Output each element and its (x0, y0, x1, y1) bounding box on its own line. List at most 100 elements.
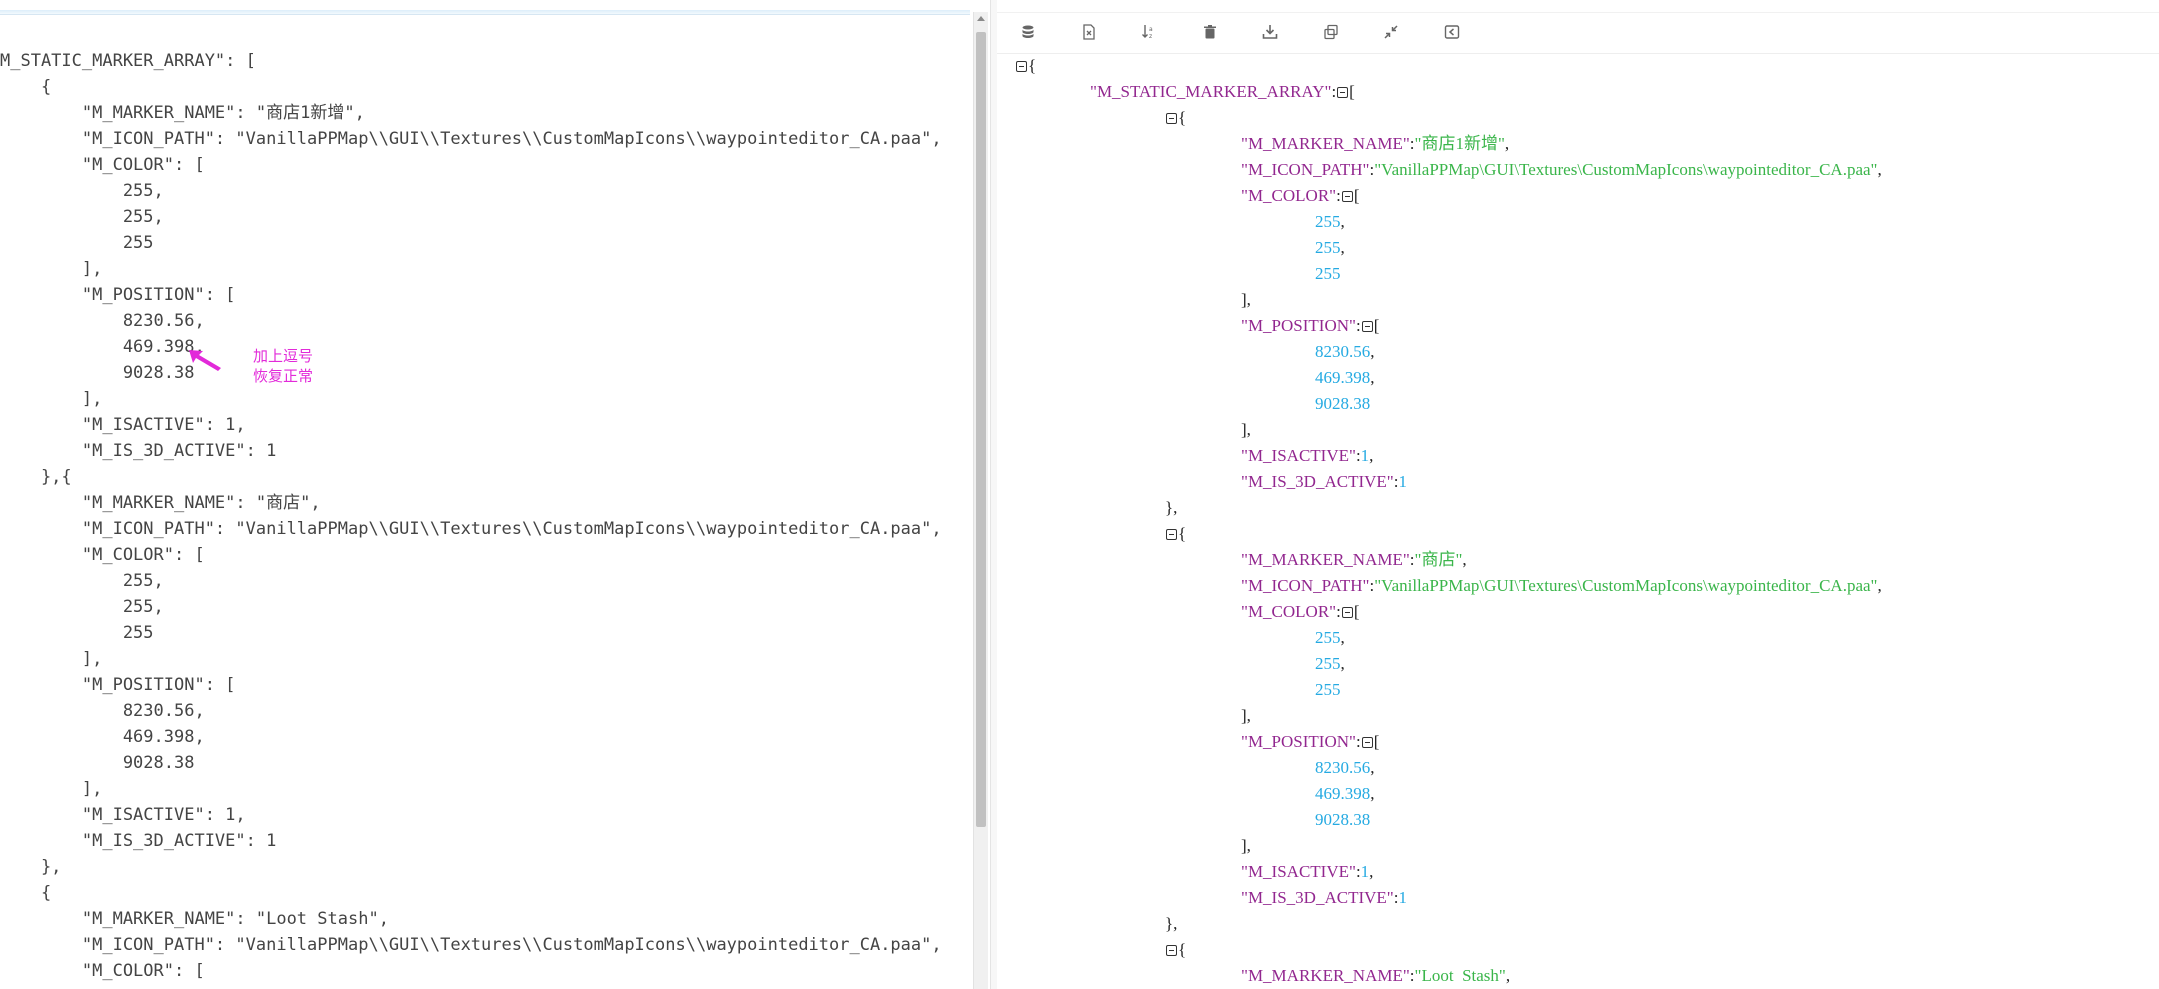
collapse-toggle-icon[interactable] (1016, 61, 1027, 72)
tree-row: ], (1241, 417, 1251, 443)
code-line: }, (0, 857, 62, 877)
code-line: "M_COLOR": [ (0, 545, 205, 565)
json-punct: : (1331, 82, 1337, 101)
collapse-toggle-icon[interactable] (1166, 529, 1177, 540)
tree-row: 255, (1315, 209, 1345, 235)
json-number: 469.398 (1315, 368, 1371, 387)
tree-row: 255 (1315, 261, 1341, 287)
json-punct: , (1370, 342, 1375, 361)
json-punct: { (1178, 940, 1187, 959)
tree-row: "M_COLOR": [ (1241, 183, 1360, 209)
json-key: "M_MARKER_NAME" (1241, 134, 1410, 153)
json-key: "M_POSITION" (1241, 316, 1356, 335)
json-punct: : (1355, 316, 1361, 335)
collapse-toggle-icon[interactable] (1361, 321, 1373, 332)
tree-row: }, (1165, 911, 1177, 937)
json-tree: { "M_STATIC_MARKER_ARRAY": [ { "M_MARKER_NAM… (997, 0, 2159, 989)
json-key: "M_ISACTIVE" (1241, 446, 1356, 465)
tree-row: "M_ISACTIVE":1, (1241, 443, 1373, 469)
collapse-toggle-icon[interactable] (1361, 737, 1373, 748)
tree-row: { (1165, 937, 1186, 963)
annotation-line-2: 恢复正常 (253, 367, 314, 385)
annotation-arrow-icon (189, 350, 221, 371)
json-key: "M_MARKER_NAME" (1241, 966, 1410, 985)
code-line: "M_ICON_PATH": "VanillaPPMap\\GUI\\Textu… (0, 129, 942, 149)
code-line: 255 (0, 623, 154, 643)
code-line: ], (0, 779, 103, 799)
tree-row: "M_MARKER_NAME":"商店1新增", (1241, 131, 1509, 157)
tree-row: ], (1241, 287, 1251, 313)
code-line: 8230.56, (0, 701, 205, 721)
json-punct: }, (1165, 914, 1178, 933)
code-line: "M_ICON_PATH": "VanillaPPMap\\GUI\\Textu… (0, 935, 942, 955)
tree-row: ], (1241, 833, 1251, 859)
code-line: 255, (0, 207, 164, 227)
code-line: "M_MARKER_NAME": "商店", (0, 493, 321, 513)
tree-row: 469.398, (1315, 365, 1375, 391)
tree-row: 8230.56, (1315, 755, 1375, 781)
tree-row: "M_MARKER_NAME":"商店", (1241, 547, 1467, 573)
json-number: 8230.56 (1315, 342, 1371, 361)
collapse-toggle-icon[interactable] (1341, 607, 1353, 618)
code-line: "M_COLOR": [ (0, 155, 205, 175)
json-punct: , (1505, 966, 1511, 985)
json-punct: , (1369, 862, 1374, 881)
json-number: 255 (1315, 212, 1341, 231)
json-number: 1 (1398, 472, 1407, 491)
code-line: },{ (0, 467, 72, 487)
json-punct: , (1340, 238, 1345, 257)
json-key: "M_STATIC_MARKER_ARRAY" (1090, 82, 1332, 101)
scrollbar-thumb[interactable] (976, 32, 986, 827)
tree-row: "M_MARKER_NAME":"Loot Stash", (1241, 963, 1510, 989)
code-line: 255, (0, 181, 164, 201)
editor-top-border (0, 10, 970, 15)
collapse-toggle-icon[interactable] (1166, 113, 1177, 124)
json-punct: , (1370, 784, 1375, 803)
tree-row: "M_IS_3D_ACTIVE":1 (1241, 469, 1407, 495)
json-punct: : (1355, 732, 1361, 751)
json-key: "M_IS_3D_ACTIVE" (1241, 472, 1394, 491)
scroll-up-arrow-icon[interactable] (977, 16, 985, 21)
code-line: 469.398, (0, 727, 205, 747)
tree-row: { (1165, 521, 1186, 547)
tree-row: 9028.38 (1315, 391, 1370, 417)
json-punct: }, (1165, 498, 1178, 517)
collapse-toggle-icon[interactable] (1341, 191, 1353, 202)
code-line: "M_MARKER_NAME": "商店1新增", (0, 103, 365, 123)
json-number: 255 (1315, 654, 1341, 673)
json-key: "M_ICON_PATH" (1241, 576, 1370, 595)
json-punct: ], (1241, 290, 1251, 309)
code-line: "M_POSITION": [ (0, 285, 236, 305)
tree-row: }, (1165, 495, 1177, 521)
formatted-json-viewer: az {"M_STATIC_MARKER_ARRAY":[{"M_MARKER_… (997, 0, 2159, 989)
json-punct: [ (1373, 732, 1380, 751)
raw-json-text[interactable]: M_STATIC_MARKER_ARRAY": [ { "M_MARKER_NA… (0, 48, 942, 984)
code-line: "M_IS_3D_ACTIVE": 1 (0, 831, 277, 851)
json-number: 1 (1360, 446, 1370, 465)
tree-row: "M_ICON_PATH":"VanillaPPMap\GUI\Textures… (1241, 157, 1882, 183)
json-punct: [ (1353, 186, 1360, 205)
json-key: "M_MARKER_NAME" (1241, 550, 1410, 569)
json-punct: { (1028, 56, 1037, 75)
json-string: "商店" (1414, 550, 1463, 569)
json-key: "M_ISACTIVE" (1241, 862, 1356, 881)
tree-row: 255, (1315, 651, 1345, 677)
json-punct: , (1340, 628, 1345, 647)
collapse-toggle-icon[interactable] (1337, 87, 1349, 98)
code-line: 9028.38 (0, 753, 195, 773)
json-number: 1 (1398, 888, 1407, 907)
collapse-toggle-icon[interactable] (1166, 945, 1177, 956)
tree-row: 469.398, (1315, 781, 1375, 807)
editor-scrollbar[interactable] (973, 12, 988, 989)
tree-row: "M_IS_3D_ACTIVE":1 (1241, 885, 1407, 911)
tree-row: "M_POSITION": [ (1241, 729, 1379, 755)
tree-row: 8230.56, (1315, 339, 1375, 365)
raw-json-editor[interactable]: M_STATIC_MARKER_ARRAY": [ { "M_MARKER_NA… (0, 0, 972, 989)
json-number: 9028.38 (1315, 394, 1371, 413)
json-punct: , (1370, 368, 1375, 387)
json-punct: { (1178, 524, 1187, 543)
tree-row: ], (1241, 703, 1251, 729)
code-line: 469.398, (0, 337, 205, 357)
json-punct: , (1877, 160, 1882, 179)
tree-row: { (1015, 53, 1036, 79)
